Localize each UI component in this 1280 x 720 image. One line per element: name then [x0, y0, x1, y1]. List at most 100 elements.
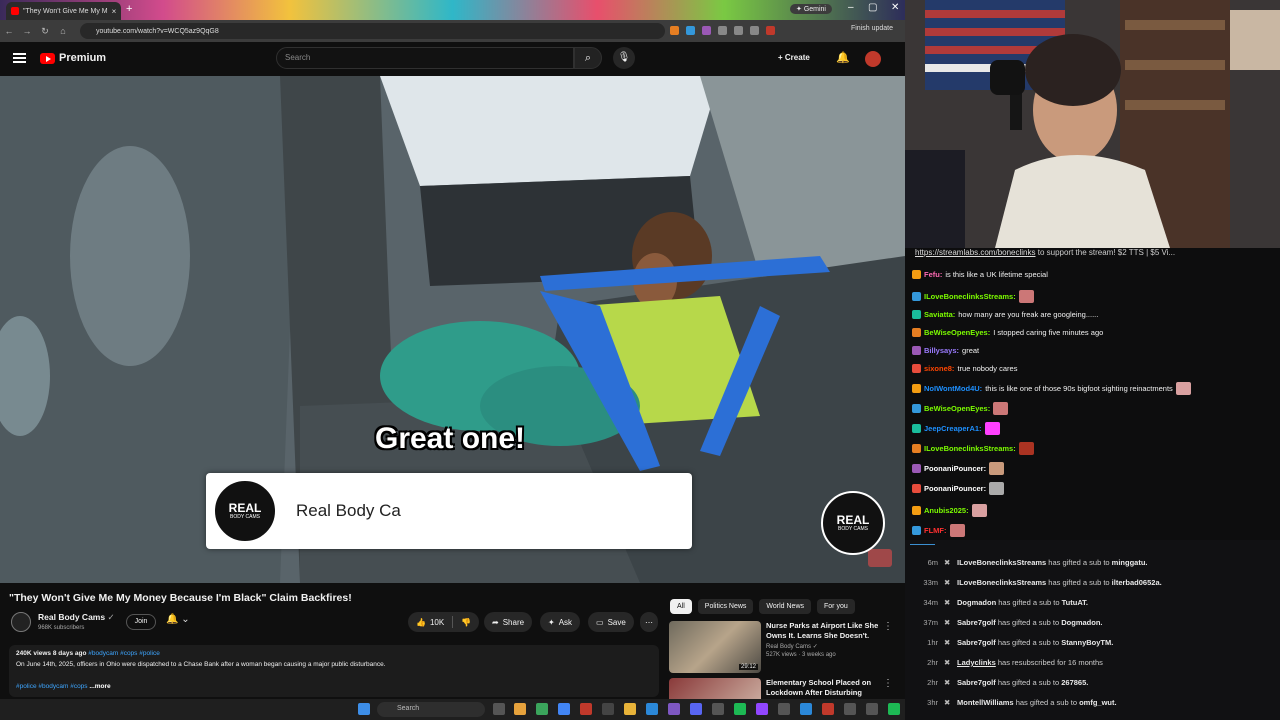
streamlabs-link[interactable]: https://streamlabs.com/boneclinks — [915, 248, 1036, 257]
recommended-title[interactable]: Elementary School Placed on Lockdown Aft… — [766, 678, 881, 698]
more-icon[interactable]: ⋮ — [883, 621, 893, 632]
event-user[interactable]: Sabre7golf — [957, 618, 996, 627]
extension-icon[interactable] — [670, 26, 679, 35]
app-icon[interactable] — [866, 703, 878, 715]
create-button[interactable]: + Create — [778, 53, 810, 62]
chat-username[interactable]: ILoveBoneclinksStreams: — [924, 292, 1016, 301]
spotify-icon[interactable] — [734, 703, 746, 715]
channel-avatar[interactable] — [11, 612, 31, 632]
forward-icon[interactable]: → — [18, 26, 36, 36]
more-link[interactable]: ...more — [89, 683, 110, 690]
thumbs-down-icon[interactable]: 👎 — [461, 618, 471, 627]
chat-username[interactable]: Billysays: — [924, 346, 959, 355]
save-button[interactable]: ▭ Save — [588, 612, 634, 632]
app-icon[interactable] — [888, 703, 900, 715]
start-icon[interactable] — [358, 703, 370, 715]
subscription-bell-button[interactable]: 🔔 ⌄ — [166, 614, 190, 625]
event-target[interactable]: Dogmadon. — [1061, 618, 1102, 627]
app-icon[interactable] — [800, 703, 812, 715]
recommended-video[interactable]: Elementary School Placed on Lockdown Aft… — [669, 678, 899, 699]
gemini-button[interactable]: ✦ Gemini — [790, 4, 832, 14]
extension-icon[interactable] — [702, 26, 711, 35]
description-box[interactable]: 240K views 8 days ago #bodycam #cops #po… — [9, 645, 659, 697]
discord-icon[interactable] — [690, 703, 702, 715]
chat-username[interactable]: JeepCreaperA1: — [924, 424, 982, 433]
folder-icon[interactable] — [624, 703, 636, 715]
app-icon[interactable] — [668, 703, 680, 715]
chat-username[interactable]: ILoveBoneclinksStreams: — [924, 444, 1016, 453]
task-view-icon[interactable] — [493, 703, 505, 715]
maximize-icon[interactable]: ▢ — [868, 2, 877, 13]
chat-username[interactable]: NoIWontMod4U: — [924, 384, 982, 393]
app-icon[interactable] — [756, 703, 768, 715]
chat-username[interactable]: Fefu: — [924, 270, 942, 279]
taskbar-search[interactable]: Search — [377, 702, 485, 717]
recommended-title[interactable]: Nurse Parks at Airport Like She Owns It.… — [766, 621, 881, 641]
app-icon[interactable] — [712, 703, 724, 715]
ask-button[interactable]: ✦ Ask — [540, 612, 581, 632]
url-field[interactable]: youtube.com/watch?v=WCQ5az9QqG8 — [80, 23, 665, 39]
extension-icon[interactable] — [750, 26, 759, 35]
chip-for-you[interactable]: For you — [817, 599, 855, 614]
app-icon[interactable] — [822, 703, 834, 715]
chat-username[interactable]: Anubis2025: — [924, 506, 969, 515]
app-icon[interactable] — [514, 703, 526, 715]
event-user[interactable]: Sabre7golf — [957, 638, 996, 647]
browser-tab[interactable]: "They Won't Give Me My M × — [6, 2, 121, 20]
extension-icon[interactable] — [734, 26, 743, 35]
voice-search-button[interactable]: 🎙 — [613, 47, 635, 69]
app-icon[interactable] — [536, 703, 548, 715]
recommended-channel[interactable]: Real Body Cams ✓ — [766, 643, 818, 650]
chat-username[interactable]: BeWiseOpenEyes: — [924, 328, 990, 337]
notifications-icon[interactable]: 🔔 — [836, 51, 850, 64]
more-icon[interactable]: ⋮ — [883, 678, 893, 689]
event-user[interactable]: Ladyclinks — [957, 658, 996, 667]
close-window-icon[interactable]: ✕ — [891, 2, 899, 13]
channel-name[interactable]: Real Body Cams ✓ — [38, 612, 115, 623]
chat-username[interactable]: FLMF: — [924, 526, 947, 535]
video-thumbnail[interactable]: 29:12 — [669, 621, 761, 673]
search-button[interactable]: ⌕ — [574, 47, 602, 69]
event-user[interactable]: ILoveBoneclinksStreams — [957, 558, 1046, 567]
tab-close-icon[interactable]: × — [112, 7, 117, 16]
join-button[interactable]: Join — [126, 614, 156, 630]
event-target[interactable]: 267865. — [1061, 678, 1088, 687]
app-icon[interactable] — [844, 703, 856, 715]
reload-icon[interactable]: ↻ — [36, 26, 54, 37]
chrome-icon[interactable] — [558, 703, 570, 715]
chat-username[interactable]: PoonaniPouncer: — [924, 484, 986, 493]
more-actions-button[interactable]: ⋯ — [640, 612, 658, 632]
share-button[interactable]: ➦ Share — [484, 612, 533, 632]
chat-username[interactable]: sixone8: — [924, 364, 954, 373]
chat-username[interactable]: BeWiseOpenEyes: — [924, 404, 990, 413]
event-user[interactable]: Sabre7golf — [957, 678, 996, 687]
event-user[interactable]: ILoveBoneclinksStreams — [957, 578, 1046, 587]
profile-icon[interactable] — [766, 26, 775, 35]
event-user[interactable]: Dogmadon — [957, 598, 996, 607]
event-target[interactable]: ilterbad0652a. — [1112, 578, 1162, 587]
extension-icon[interactable] — [718, 26, 727, 35]
youtube-logo[interactable]: Premium — [40, 52, 106, 64]
video-player[interactable]: Great one! REAL BODY CAMS Real Body Ca R… — [0, 76, 905, 583]
chip-all[interactable]: All — [670, 599, 692, 614]
channel-watermark[interactable]: REAL BODY CAMS — [821, 491, 885, 555]
back-icon[interactable]: ← — [0, 26, 18, 36]
app-icon[interactable] — [580, 703, 592, 715]
avatar[interactable] — [865, 51, 881, 67]
chip-politics-news[interactable]: Politics News — [697, 599, 754, 614]
chip-world-news[interactable]: World News — [759, 599, 812, 614]
event-target[interactable]: TutuAT. — [1062, 598, 1088, 607]
app-icon[interactable] — [602, 703, 614, 715]
menu-icon[interactable] — [13, 53, 26, 63]
search-input[interactable]: Search — [276, 47, 574, 69]
recommended-video[interactable]: 29:12 Nurse Parks at Airport Like She Ow… — [669, 621, 899, 675]
minimize-icon[interactable]: – — [848, 2, 854, 13]
event-target[interactable]: omfg_wut. — [1079, 698, 1117, 707]
new-tab-icon[interactable]: + — [126, 3, 132, 15]
event-target[interactable]: minggatu. — [1112, 558, 1148, 567]
like-button[interactable]: 👍 10K 👎 — [408, 612, 480, 632]
app-icon[interactable] — [646, 703, 658, 715]
chat-username[interactable]: Saviatta: — [924, 310, 955, 319]
event-user[interactable]: MontellWilliams — [957, 698, 1014, 707]
extension-icon[interactable] — [686, 26, 695, 35]
